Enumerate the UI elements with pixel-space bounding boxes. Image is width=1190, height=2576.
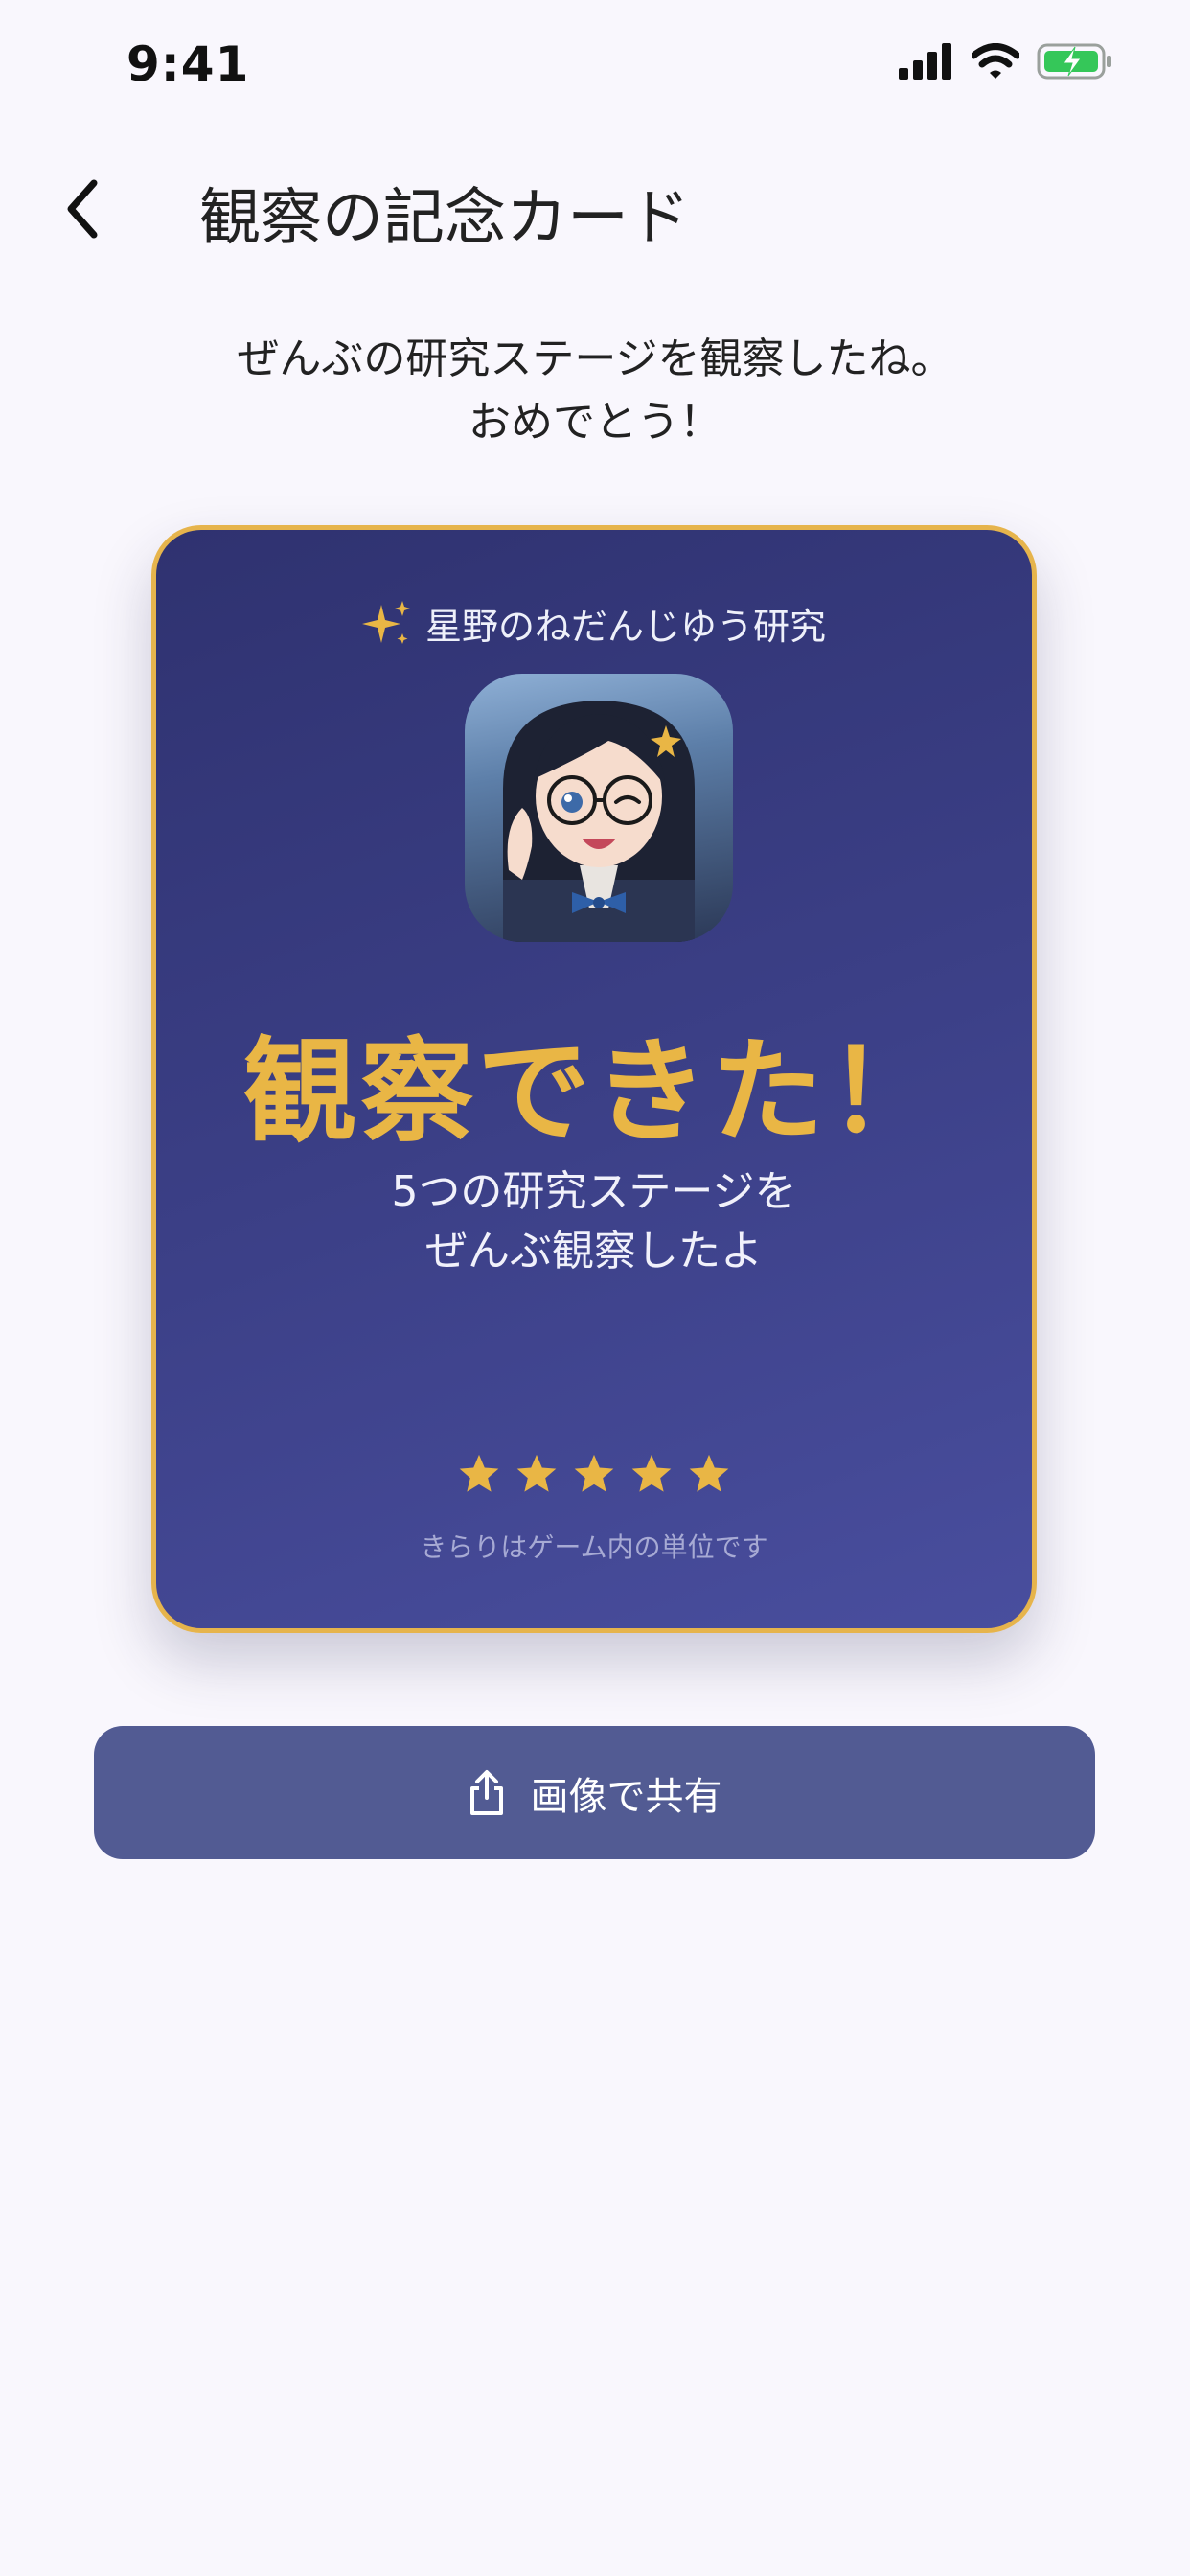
card-brand: 星野のねだんじゆう研究	[156, 597, 1032, 650]
card-headline: 観察できた！	[242, 1025, 945, 1158]
card-subtitle: 5つの研究ステージを ぜんぶ観察したよ	[156, 1162, 1032, 1281]
share-image-button[interactable]: 画像で共有	[94, 1726, 1095, 1859]
card-brand-name: 星野のねだんじゆう研究	[424, 606, 826, 648]
character-illustration	[503, 701, 695, 942]
character-avatar	[465, 674, 733, 942]
card-subtitle-line-2: ぜんぶ観察したよ	[425, 1227, 763, 1276]
wifi-icon	[972, 43, 1019, 79]
card-subtitle-line-1: 5つの研究ステージを	[391, 1167, 797, 1216]
status-icons	[899, 42, 1113, 80]
star-icon	[459, 1454, 499, 1492]
back-button[interactable]	[54, 171, 111, 247]
star-rating	[156, 1452, 1032, 1496]
star-icon	[516, 1454, 557, 1492]
battery-charging-icon	[1037, 43, 1111, 80]
commemorative-card: 星野のねだんじゆう研究 観察できた！ 5つの研究ステージを ぜんぶ観察したよ き…	[151, 525, 1037, 1633]
page-title: 観察の記念カード	[199, 183, 690, 254]
share-button-label: 画像で共有	[530, 1774, 722, 1819]
congrats-line-1: ぜんぶの研究ステージを観察したね。	[237, 334, 953, 383]
star-icon	[574, 1454, 614, 1492]
status-time: 9:41	[126, 36, 250, 92]
card-footnote: きらりはゲーム内の単位です	[420, 1531, 768, 1563]
congrats-line-2: おめでとう！	[469, 398, 721, 447]
signal-icon	[899, 43, 951, 80]
star-icon	[631, 1454, 672, 1492]
chevron-left-icon	[67, 179, 98, 239]
star-icon	[689, 1454, 729, 1492]
congrats-message: ぜんぶの研究ステージを観察したね。 おめでとう！	[0, 328, 1190, 454]
sparkles-icon	[361, 600, 410, 644]
share-icon	[469, 1769, 503, 1815]
